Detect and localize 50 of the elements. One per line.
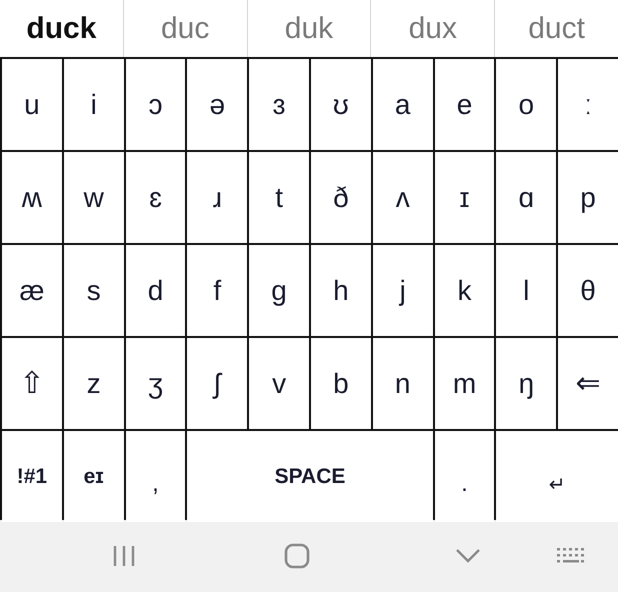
key[interactable]: g (249, 245, 309, 336)
key[interactable]: d (126, 245, 186, 336)
key[interactable]: z (64, 338, 124, 429)
key[interactable]: θ (558, 245, 618, 336)
key[interactable]: p (558, 152, 618, 243)
key[interactable]: , (126, 431, 186, 522)
key[interactable]: f (187, 245, 248, 336)
key[interactable]: l (496, 245, 556, 336)
key[interactable]: ð (310, 152, 371, 243)
key[interactable]: ɛ (126, 152, 186, 243)
key[interactable]: i (64, 59, 124, 150)
key[interactable]: o (496, 59, 556, 150)
key[interactable]: æ (2, 245, 62, 336)
key[interactable]: e (434, 59, 494, 150)
key[interactable]: eɪ (64, 431, 124, 522)
keyboard-icon[interactable] (556, 547, 586, 565)
key[interactable]: j (372, 245, 433, 336)
key[interactable]: ʒ (126, 338, 186, 429)
key[interactable]: u (2, 59, 62, 150)
recents-icon[interactable] (112, 544, 136, 568)
key[interactable]: !#1 (2, 431, 62, 522)
key[interactable]: w (64, 152, 124, 243)
key[interactable]: b (310, 338, 371, 429)
back-icon[interactable] (455, 548, 481, 564)
key[interactable]: ə (187, 59, 248, 150)
key[interactable]: s (64, 245, 124, 336)
backspace-key[interactable]: ⇐ (558, 338, 618, 429)
key[interactable]: ɪ (434, 152, 494, 243)
key[interactable]: ʍ (2, 152, 62, 243)
key[interactable]: ː (558, 59, 618, 150)
key[interactable]: ŋ (496, 338, 556, 429)
key[interactable]: ɑ (496, 152, 556, 243)
key[interactable]: ʃ (187, 338, 248, 429)
key[interactable]: v (249, 338, 309, 429)
key[interactable]: . (434, 431, 494, 522)
key[interactable]: ɹ (187, 152, 248, 243)
key[interactable]: n (372, 338, 433, 429)
key[interactable]: a (372, 59, 433, 150)
key[interactable]: ɔ (126, 59, 186, 150)
key[interactable]: ʌ (372, 152, 433, 243)
shift-key[interactable]: ⇧ (2, 338, 62, 429)
space-key[interactable]: SPACE (187, 431, 433, 522)
key[interactable]: ɜ (249, 59, 309, 150)
home-icon[interactable] (284, 543, 310, 569)
key[interactable]: t (249, 152, 309, 243)
key[interactable]: k (434, 245, 494, 336)
enter-key[interactable]: ↵ (496, 431, 618, 522)
key[interactable]: ʊ (310, 59, 371, 150)
key[interactable]: h (310, 245, 371, 336)
key[interactable]: m (434, 338, 494, 429)
